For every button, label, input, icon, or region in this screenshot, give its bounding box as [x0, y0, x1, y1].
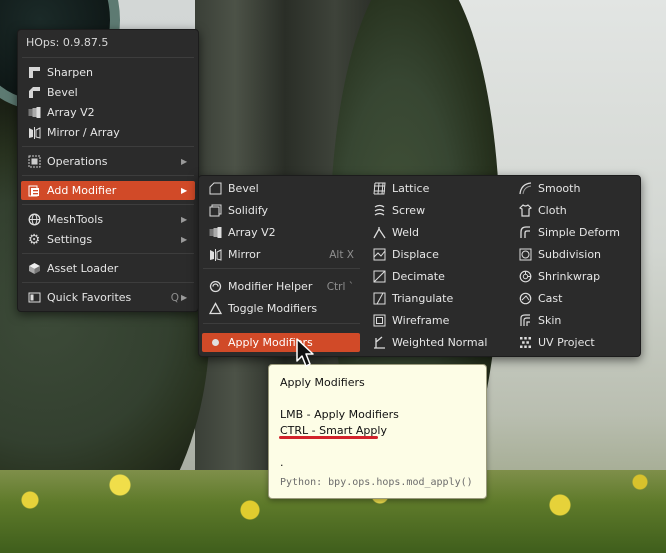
- cube-icon: [27, 262, 41, 276]
- menu-item-bevel[interactable]: Bevel: [21, 83, 195, 102]
- separator: [22, 253, 194, 254]
- menu-item-meshtools[interactable]: MeshTools ▶: [21, 210, 195, 229]
- modifier-weighted-normal[interactable]: Weighted Normal: [366, 333, 524, 352]
- shortcut-label: Ctrl `: [326, 280, 354, 293]
- modifier-solidify[interactable]: Solidify: [202, 201, 360, 220]
- tooltip-lmb: LMB - Apply Modifiers: [280, 408, 399, 421]
- uv-project-icon: [518, 336, 532, 350]
- separator: [22, 282, 194, 283]
- submenu-arrow-icon: ▶: [181, 293, 188, 302]
- skin-icon: [518, 314, 532, 328]
- modifier-decimate[interactable]: Decimate: [366, 267, 524, 286]
- shortcut-label: Q: [170, 291, 179, 304]
- separator: [22, 175, 194, 176]
- decimate-icon: [372, 270, 386, 284]
- shrinkwrap-icon: [518, 270, 532, 284]
- simple-deform-icon: [518, 226, 532, 240]
- globe-icon: [27, 213, 41, 227]
- annotation-underline: [279, 436, 378, 439]
- gear-icon: ⚙: [27, 231, 41, 248]
- screw-icon: [372, 204, 386, 218]
- subdivision-icon: [518, 248, 532, 262]
- menu-item-operations[interactable]: Operations ▶: [21, 152, 195, 171]
- modifier-mirror[interactable]: Mirror Alt X: [202, 245, 360, 264]
- modifier-bevel[interactable]: Bevel: [202, 179, 360, 198]
- separator: [22, 146, 194, 147]
- operations-icon: [27, 155, 41, 169]
- modifier-screw[interactable]: Screw: [366, 201, 524, 220]
- mouse-cursor-icon: [296, 338, 318, 371]
- modifier-triangulate[interactable]: Triangulate: [366, 289, 524, 308]
- shortcut-label: Alt X: [329, 248, 354, 261]
- mirror-icon: [208, 248, 222, 262]
- array-icon: [27, 106, 41, 120]
- cloth-icon: [518, 204, 532, 218]
- displace-icon: [372, 248, 386, 262]
- tooltip-title: Apply Modifiers: [280, 376, 365, 389]
- toggle-modifiers[interactable]: Toggle Modifiers: [202, 299, 360, 318]
- menu-item-add-modifier[interactable]: Add Modifier ▶: [21, 181, 195, 200]
- apply-modifiers[interactable]: Apply Modifiers: [202, 333, 360, 352]
- tooltip-python: Python: bpy.ops.hops.mod_apply(): [280, 477, 473, 488]
- array-icon: [208, 226, 222, 240]
- bevel-icon: [27, 86, 41, 100]
- hops-menu: HOps: 0.9.87.5 Sharpen Bevel Array V2 Mi…: [17, 29, 199, 312]
- modifier-subdivision[interactable]: Subdivision: [512, 245, 666, 264]
- modifier-simple-deform[interactable]: Simple Deform: [512, 223, 666, 242]
- modifier-array-v2[interactable]: Array V2: [202, 223, 360, 242]
- modifier-skin[interactable]: Skin: [512, 311, 666, 330]
- mirror-icon: [27, 126, 41, 140]
- modifier-weld[interactable]: Weld: [366, 223, 524, 242]
- submenu-arrow-icon: ▶: [181, 215, 188, 224]
- menu-item-quick-favorites[interactable]: Quick Favorites Q ▶: [21, 288, 195, 307]
- solidify-icon: [208, 204, 222, 218]
- modifier-helper[interactable]: Modifier Helper Ctrl `: [202, 277, 360, 296]
- menu-item-array-v2[interactable]: Array V2: [21, 103, 195, 122]
- menu-item-mirror-array[interactable]: Mirror / Array: [21, 123, 195, 142]
- bevel-icon: [208, 182, 222, 196]
- wireframe-icon: [372, 314, 386, 328]
- weld-icon: [372, 226, 386, 240]
- tooltip: Apply Modifiers LMB - Apply Modifiers CT…: [268, 364, 487, 499]
- separator: [22, 204, 194, 205]
- triangle-icon: [208, 302, 222, 316]
- modifier-wireframe[interactable]: Wireframe: [366, 311, 524, 330]
- menu-item-settings[interactable]: ⚙ Settings ▶: [21, 230, 195, 249]
- separator: [203, 268, 360, 269]
- menu-title: HOps: 0.9.87.5: [26, 36, 109, 49]
- separator: [203, 323, 360, 324]
- modifier-smooth[interactable]: Smooth: [512, 179, 666, 198]
- submenu-arrow-icon: ▶: [181, 235, 188, 244]
- modifier-cast[interactable]: Cast: [512, 289, 666, 308]
- smooth-icon: [518, 182, 532, 196]
- modifier-cloth[interactable]: Cloth: [512, 201, 666, 220]
- wrench-icon: [208, 280, 222, 294]
- sharpen-icon: [27, 66, 41, 80]
- weighted-normal-icon: [372, 336, 386, 350]
- menu-item-sharpen[interactable]: Sharpen: [21, 63, 195, 82]
- dot-icon: [208, 336, 222, 350]
- separator: [22, 57, 194, 58]
- modifier-shrinkwrap[interactable]: Shrinkwrap: [512, 267, 666, 286]
- cast-icon: [518, 292, 532, 306]
- modifier-icon: [27, 184, 41, 198]
- submenu-arrow-icon: ▶: [181, 157, 188, 166]
- modifier-lattice[interactable]: Lattice: [366, 179, 524, 198]
- favorites-icon: [27, 291, 41, 305]
- menu-item-asset-loader[interactable]: Asset Loader: [21, 259, 195, 278]
- triangulate-icon: [372, 292, 386, 306]
- lattice-icon: [372, 182, 386, 196]
- tooltip-dot: .: [280, 456, 284, 469]
- add-modifier-submenu: Bevel Solidify Array V2 Mirror Alt X Mod…: [198, 175, 641, 357]
- modifier-uv-project[interactable]: UV Project: [512, 333, 666, 352]
- submenu-arrow-icon: ▶: [181, 186, 188, 195]
- modifier-displace[interactable]: Displace: [366, 245, 524, 264]
